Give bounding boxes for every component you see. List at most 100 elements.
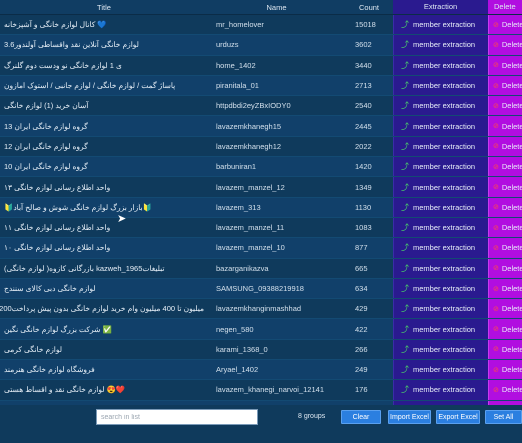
groups-count: 8 groups [298, 413, 326, 420]
delete-button[interactable]: ⊘Delete [488, 177, 522, 197]
delete-label: Delete [501, 324, 522, 334]
delete-button[interactable]: ⊘Delete [488, 157, 522, 177]
delete-button[interactable]: ⊘Delete [488, 360, 522, 380]
row-count: 422 [355, 324, 368, 334]
member-extraction-button[interactable]: ⤴ member extraction [393, 360, 488, 380]
table-row[interactable]: گروه لوازم خانگی ایران 10 barbuniran1 1420… [0, 157, 522, 178]
table-row[interactable]: لوازم خانگی آنلاین نقد واقساطی آولندور3.… [0, 35, 522, 56]
header-name[interactable]: Name [208, 3, 345, 12]
delete-icon: ⊘ [493, 21, 499, 29]
header-extraction[interactable]: Extraction [393, 0, 488, 14]
table-row[interactable]: واحد اطلاع رسانی لوازم خانگی ۱۳ lavazem_m… [0, 177, 522, 198]
delete-button[interactable]: ⊘Delete [488, 258, 522, 278]
extraction-label: member extraction [413, 81, 476, 91]
delete-icon: ⊘ [493, 326, 499, 334]
delete-button[interactable]: ⊘Delete [488, 136, 522, 157]
header-title[interactable]: Title [0, 3, 208, 12]
row-count: 249 [355, 365, 368, 375]
member-extraction-button[interactable]: ⤴ member extraction [393, 258, 488, 278]
delete-button[interactable]: ⊘Delete [488, 299, 522, 319]
row-count: 266 [355, 344, 368, 354]
member-extraction-button[interactable]: ⤴ member extraction [393, 15, 488, 35]
row-title: 💙 کانال لوازم خانگی و آشپزخانه [4, 20, 107, 30]
member-extraction-button[interactable]: ⤴ member extraction [393, 75, 488, 96]
table-row[interactable]: گروه لوازم خانگی ایران 12 lavazemkhanegh1… [0, 136, 522, 158]
delete-button[interactable]: ⊘Delete [488, 278, 522, 299]
delete-button[interactable]: ⊘Delete [488, 238, 522, 258]
delete-button[interactable]: ⊘Delete [488, 380, 522, 400]
table-row[interactable]: ✅ شرکت بزرگ لوازم خانگی نگین negen_580 422… [0, 319, 522, 340]
extraction-label: member extraction [413, 344, 476, 354]
extraction-label: member extraction [413, 20, 476, 30]
delete-icon: ⊘ [493, 41, 499, 49]
delete-label: Delete [501, 162, 522, 172]
table-row[interactable]: لوازم خانگی کرمی karami_1368_0 266 ⤴ member … [0, 339, 522, 361]
delete-button[interactable]: ⊘Delete [488, 96, 522, 116]
delete-button[interactable]: ⊘Delete [488, 217, 522, 238]
extract-icon: ⤴ [401, 223, 409, 233]
row-title: لوازم خانگی دبی کالای سنندج [4, 284, 96, 293]
delete-button[interactable]: ⊘Delete [488, 197, 522, 217]
table-row[interactable]: گروه لوازم خانگی ایران 13 lavazemkhanegh1… [0, 116, 522, 137]
delete-label: Delete [501, 223, 522, 233]
delete-button[interactable]: ⊘Delete [488, 55, 522, 75]
row-name: lavazem_manzel_12 [216, 182, 285, 192]
row-name: home_1402 [216, 60, 256, 70]
set-all-button[interactable]: Set All [485, 410, 522, 424]
member-extraction-button[interactable]: ⤴ member extraction [393, 35, 488, 55]
delete-icon: ⊘ [493, 204, 499, 212]
delete-label: Delete [501, 20, 522, 30]
delete-label: Delete [501, 304, 522, 314]
member-extraction-button[interactable]: ⤴ member extraction [393, 319, 488, 339]
table-row[interactable]: 🔰بازار بزرگ لوازم خانگی شوش و صالح آباد🔰… [0, 197, 522, 218]
extract-icon: ⤴ [401, 141, 409, 151]
row-title: گروه لوازم خانگی ایران 13 [4, 121, 88, 131]
delete-button[interactable]: ⊘Delete [488, 15, 522, 35]
delete-button[interactable]: ⊘Delete [488, 319, 522, 339]
table-row[interactable]: پاساژ گمت / لوازم خانگی / لوازم جانبی / … [0, 75, 522, 97]
row-count: 1083 [355, 223, 372, 233]
export-excel-button[interactable]: Export Excel [436, 410, 480, 424]
member-extraction-button[interactable]: ⤴ member extraction [393, 55, 488, 75]
member-extraction-button[interactable]: ⤴ member extraction [393, 380, 488, 400]
table-row[interactable]: تبلیغاتkazweh_1965 بازرگانی کازوه( لوازم… [0, 258, 522, 279]
member-extraction-button[interactable]: ⤴ member extraction [393, 278, 488, 299]
delete-button[interactable]: ⊘Delete [488, 35, 522, 55]
member-extraction-button[interactable]: ⤴ member extraction [393, 157, 488, 177]
import-excel-button[interactable]: Import Excel [388, 410, 431, 424]
table-row[interactable]: 💙 کانال لوازم خانگی و آشپزخانه mr_homelov… [0, 15, 522, 36]
search-input[interactable] [96, 409, 258, 425]
table-row[interactable]: واحد اطلاع رسانی لوازم خانگی ۱۱ lavazem_m… [0, 217, 522, 239]
member-extraction-button[interactable]: ⤴ member extraction [393, 116, 488, 136]
member-extraction-button[interactable]: ⤴ member extraction [393, 136, 488, 157]
table-row[interactable]: میلیون تا 400 میلیون وام خرید لوازم خانگ… [0, 299, 522, 320]
member-extraction-button[interactable]: ⤴ member extraction [393, 96, 488, 116]
header-count[interactable]: Count [345, 3, 393, 12]
table-row[interactable]: آسان خرید (1) لوازم خانگی httpdbdi2eyZBxI… [0, 96, 522, 117]
member-extraction-button[interactable]: ⤴ member extraction [393, 217, 488, 238]
delete-label: Delete [501, 365, 522, 375]
clear-button[interactable]: Clear [341, 410, 381, 424]
row-count: 877 [355, 243, 368, 253]
delete-button[interactable]: ⊘Delete [488, 75, 522, 96]
table-row[interactable]: ی 1 لوازم خانگی نو ودست دوم گلنرگ home_14… [0, 55, 522, 76]
row-name: lavazem_313 [216, 202, 261, 212]
delete-label: Delete [501, 202, 522, 212]
row-title: تبلیغاتkazweh_1965 بازرگانی کازوه( لوازم… [4, 263, 165, 273]
member-extraction-button[interactable]: ⤴ member extraction [393, 238, 488, 258]
member-extraction-button[interactable]: ⤴ member extraction [393, 339, 488, 360]
table-row[interactable]: واحد اطلاع رسانی لوازم خانگی ۱۰ lavazem_m… [0, 238, 522, 259]
header-delete[interactable]: Delete [488, 0, 522, 14]
delete-button[interactable]: ⊘Delete [488, 339, 522, 360]
table-row[interactable]: لوازم خانگی دبی کالای سنندج SAMSUNG_09388… [0, 278, 522, 300]
table-row[interactable]: فروشگاه لوازم خانگی هنرمند Aryael_1402 249… [0, 360, 522, 381]
member-extraction-button[interactable]: ⤴ member extraction [393, 177, 488, 197]
delete-button[interactable]: ⊘Delete [488, 116, 522, 136]
member-extraction-button[interactable]: ⤴ member extraction [393, 197, 488, 217]
extraction-label: member extraction [413, 162, 476, 172]
delete-icon: ⊘ [493, 285, 499, 293]
delete-label: Delete [501, 81, 522, 91]
table-row[interactable]: ❤️😍 لوازم خانگی نقد و اقساط هستی lavazem_… [0, 380, 522, 401]
row-count: 634 [355, 284, 368, 293]
member-extraction-button[interactable]: ⤴ member extraction [393, 299, 488, 319]
